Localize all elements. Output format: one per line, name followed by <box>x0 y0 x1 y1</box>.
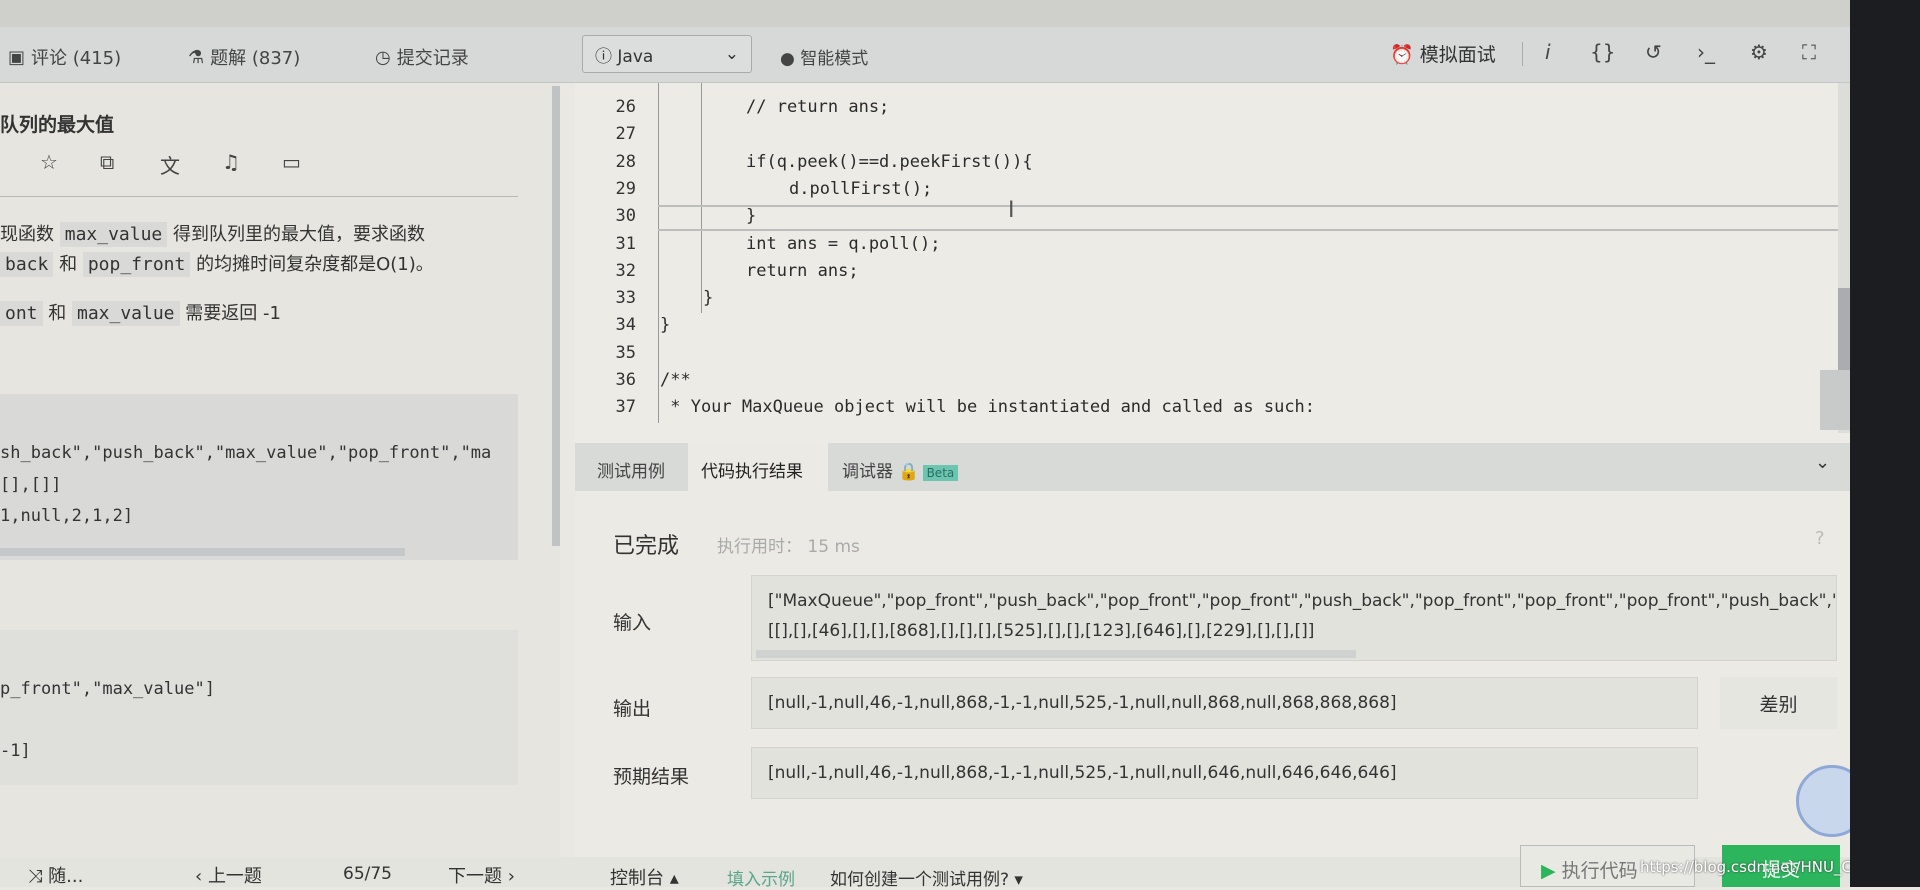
flask-icon: ⚗ <box>188 46 205 68</box>
text-cursor-icon: I <box>1008 198 1015 223</box>
toolbar-divider <box>1522 42 1523 66</box>
settings-gear-icon[interactable]: ⚙ <box>1750 40 1768 64</box>
input-label: 输入 <box>613 612 652 634</box>
monitor-bezel <box>1850 0 1920 887</box>
example-line: p_front","max_value"] <box>0 679 215 699</box>
example-line: 1,null,2,1,2] <box>0 506 134 526</box>
star-icon[interactable]: ☆ <box>40 150 58 174</box>
code-line: d.pollFirst(); <box>789 178 933 199</box>
line-number: 32 <box>615 260 636 281</box>
play-icon: ▶ <box>1541 860 1556 882</box>
code-line: } <box>660 315 671 336</box>
line-number: 33 <box>615 288 636 309</box>
feedback-side-button[interactable] <box>1820 370 1850 430</box>
collapse-chevron-icon[interactable]: ⌄ <box>1815 452 1830 473</box>
current-line-highlight <box>658 205 1838 231</box>
example-line: sh_back","push_back","max_value","pop_fr… <box>0 443 492 463</box>
tab-run-result[interactable]: 代码执行结果 <box>701 457 803 482</box>
fill-example-link[interactable]: 填入示例 <box>727 865 795 890</box>
example-2-block: p_front","max_value"] -1] <box>0 630 518 785</box>
line-number: 31 <box>615 233 636 254</box>
chevron-right-icon: › <box>507 866 515 887</box>
line-number: 30 <box>615 206 636 227</box>
page-indicator: 65/75 <box>343 864 392 884</box>
input-line-1: ["MaxQueue","pop_front","push_back","pop… <box>768 591 1837 611</box>
smart-mode-toggle[interactable]: ● 智能模式 <box>780 44 868 69</box>
help-icon[interactable]: ? <box>1815 528 1825 549</box>
input-box: ["MaxQueue","pop_front","push_back","pop… <box>751 575 1837 661</box>
output-label: 输出 <box>613 698 652 720</box>
tab-solutions[interactable]: ⚗ 题解 (837) <box>188 44 300 70</box>
feedback-icon[interactable]: ▭ <box>282 150 301 174</box>
translate-icon[interactable]: 文 <box>160 150 180 179</box>
line-number: 34 <box>615 315 636 336</box>
desc-line-3: ont 和 max_value 需要返回 -1 <box>0 299 281 326</box>
line-number: 35 <box>615 342 636 363</box>
code-line: // return ans; <box>746 97 890 117</box>
example-line: -1] <box>0 741 31 761</box>
next-problem-button[interactable]: 下一题 › <box>448 862 515 888</box>
format-braces-icon[interactable]: {} <box>1590 40 1615 64</box>
chevron-down-icon: ⌄ <box>724 44 739 64</box>
tab-submissions[interactable]: ◷ 提交记录 <box>375 44 469 70</box>
language-select[interactable]: ⓘ Java ⌄ <box>582 35 752 73</box>
input-scrollbar[interactable] <box>756 650 1356 658</box>
code-line: /** <box>660 370 691 390</box>
code-line: } <box>703 288 714 309</box>
terminal-icon[interactable]: ›_ <box>1697 40 1715 64</box>
output-box: [null,-1,null,46,-1,null,868,-1,-1,null,… <box>751 677 1698 729</box>
tab-debugger[interactable]: 调试器 🔒 Beta <box>842 457 959 482</box>
diff-button[interactable]: 差别 <box>1720 677 1837 729</box>
indent-guide <box>701 83 702 313</box>
beta-badge: Beta <box>922 465 959 481</box>
console-button[interactable]: 控制台 ▴ <box>610 864 679 890</box>
lock-icon: 🔒 <box>898 462 920 482</box>
info-icon: ⓘ <box>595 46 612 67</box>
expected-label: 预期结果 <box>613 766 690 788</box>
status-text: 已完成 <box>613 534 680 559</box>
expected-box: [null,-1,null,46,-1,null,868,-1,-1,null,… <box>751 747 1698 799</box>
clock-icon: ◷ <box>375 46 391 68</box>
desc-line-2: back 和 pop_front 的均摊时间复杂度都是O(1)。 <box>0 250 434 277</box>
example-line: [],[]] <box>0 475 62 495</box>
bell-icon[interactable]: ♫ <box>222 150 240 174</box>
example-scrollbar[interactable] <box>0 548 405 556</box>
chevron-left-icon: ‹ <box>195 866 203 887</box>
input-line-2: [[],[],[46],[],[],[868],[],[],[],[525],[… <box>768 621 1315 641</box>
code-line: return ans; <box>746 260 859 281</box>
problem-title: 队列的最大值 <box>0 114 115 136</box>
code-line: if(q.peek()==d.peekFirst()){ <box>746 151 1033 172</box>
problem-scrollbar[interactable] <box>552 86 560 546</box>
line-number: 29 <box>615 178 636 199</box>
random-button[interactable]: ⤨ 随... <box>28 862 83 888</box>
line-number: 27 <box>615 124 636 145</box>
share-icon[interactable]: ⧉ <box>100 150 114 174</box>
code-line: } <box>746 206 757 227</box>
line-number: 37 <box>615 397 636 418</box>
gutter-border <box>658 83 659 423</box>
line-number: 26 <box>615 97 636 117</box>
shuffle-icon: ⤨ <box>28 866 43 887</box>
fullscreen-icon[interactable]: ⛶ <box>1802 40 1816 64</box>
desc-line-1: 现函数 max_value 得到队列里的最大值，要求函数 <box>0 222 426 247</box>
comment-icon: ▣ <box>8 46 26 68</box>
reset-icon[interactable]: ↺ <box>1645 40 1662 64</box>
runtime: 执行用时： 15 ms <box>717 537 860 557</box>
line-number: 28 <box>615 151 636 172</box>
browser-top-strip <box>0 0 1850 27</box>
how-to-testcase-link[interactable]: 如何创建一个测试用例? ▾ <box>830 865 1023 890</box>
tab-testcase[interactable]: 测试用例 <box>597 457 665 482</box>
tab-comments[interactable]: ▣ 评论 (415) <box>8 44 121 70</box>
divider <box>0 196 518 197</box>
prev-problem-button[interactable]: ‹ 上一题 <box>195 862 262 888</box>
info-i-icon[interactable]: i <box>1545 40 1551 64</box>
alarm-icon: ⏰ <box>1390 44 1414 66</box>
mock-interview-button[interactable]: ⏰ 模拟面试 <box>1390 40 1496 67</box>
code-line: * Your MaxQueue object will be instantia… <box>660 397 1316 418</box>
code-line: int ans = q.poll(); <box>746 233 941 254</box>
example-1-block: sh_back","push_back","max_value","pop_fr… <box>0 394 518 560</box>
line-number: 36 <box>615 370 636 390</box>
